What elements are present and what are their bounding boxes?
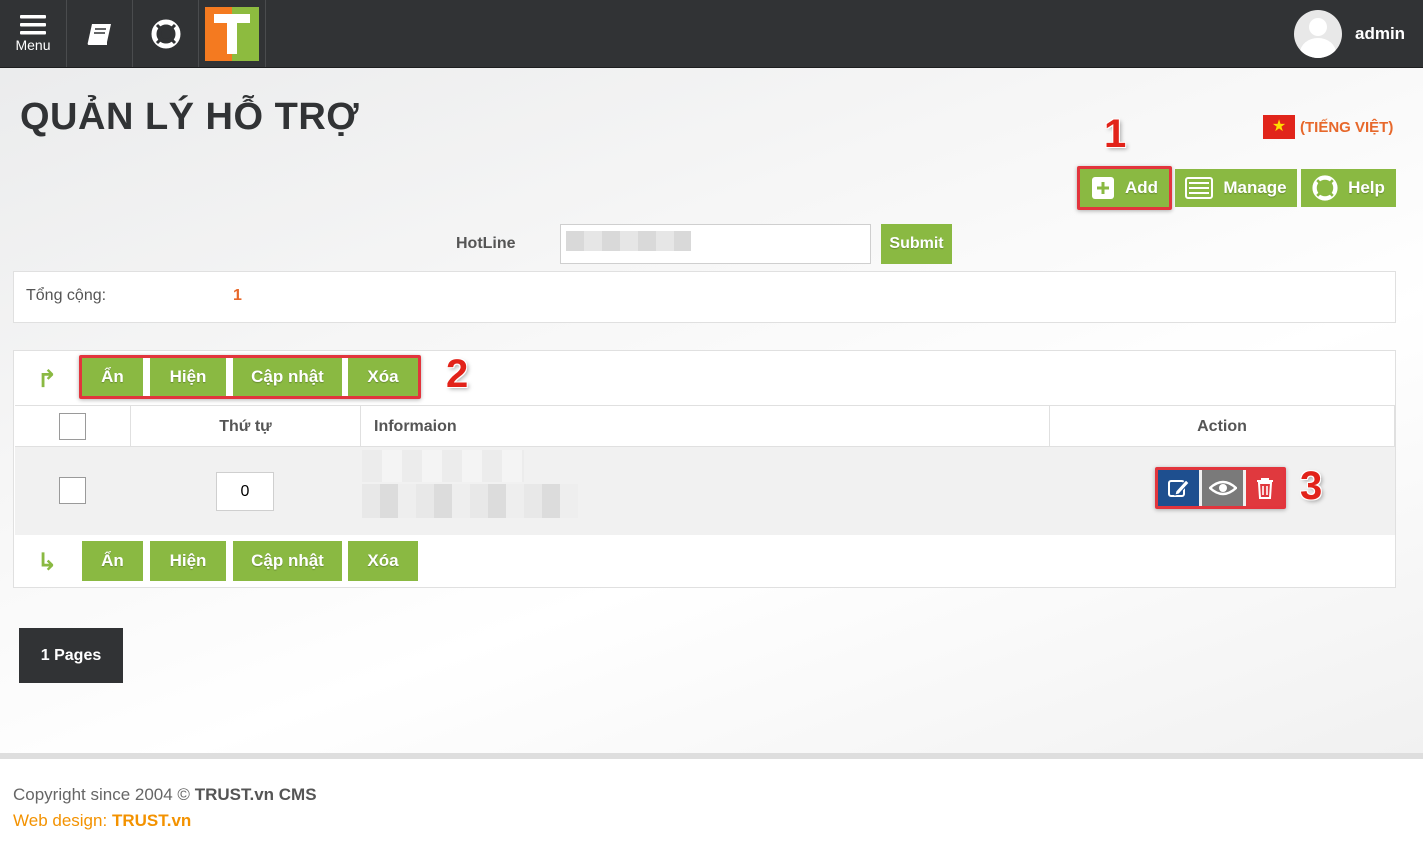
total-value: 1 [233,287,242,304]
copyright-prefix: Copyright since 2004 © [13,785,190,804]
header-action: Action [1049,406,1395,447]
select-all-checkbox[interactable] [59,413,86,440]
header-information[interactable]: Informaion [360,406,1049,447]
show-label: Hiện [169,551,207,570]
list-icon [1185,177,1214,199]
show-button-bottom[interactable]: Hiện [150,541,226,581]
hotline-label: HotLine [456,235,516,252]
vietnam-flag: ★ [1263,115,1295,139]
home-logo-button[interactable] [199,0,266,67]
menu-icon [20,14,46,34]
header-information-label: Informaion [374,417,457,435]
lifebuoy-icon [151,19,180,48]
help-lifebuoy-icon [1312,175,1338,201]
corner-arrow-down-icon: ↳ [37,549,58,576]
menu-label: Menu [15,36,51,53]
delete-label: Xóa [367,551,399,570]
highlight-row-actions [1155,467,1286,509]
top-bar: Menu admin [0,0,1423,68]
help-label: Help [1348,178,1385,197]
redacted-info-line-1 [362,450,524,482]
manage-button[interactable]: Manage [1175,169,1297,207]
docs-button[interactable] [67,0,133,67]
order-input[interactable] [216,472,274,511]
update-label: Cập nhật [251,551,324,570]
language-selector[interactable]: ★ (TIẾNG VIỆT) [1263,115,1393,139]
annotation-2: 2 [446,352,469,396]
update-button-bottom[interactable]: Cập nhật [233,541,342,581]
header-action-label: Action [1197,417,1247,435]
row-checkbox[interactable] [59,477,86,504]
redacted-hotline [566,231,691,251]
submit-label: Submit [889,235,944,252]
webdesign-text: Web design: TRUST.vn [13,811,191,831]
delete-button-bottom[interactable]: Xóa [348,541,418,581]
redacted-info-line-2 [362,484,578,518]
webdesign-prefix: Web design: [13,811,108,830]
hide-button-bottom[interactable]: Ẩn [82,541,143,581]
copyright-text: Copyright since 2004 © TRUST.vn CMS [13,785,317,805]
header-order[interactable]: Thứ tự [130,406,360,447]
hide-label: Ẩn [101,551,124,570]
trust-logo [205,6,259,61]
highlight-add [1077,166,1172,210]
language-label: (TIẾNG VIỆT) [1300,118,1394,136]
page-title: QUẢN LÝ HỖ TRỢ [20,96,360,138]
total-label: Tổng cộng: [26,287,107,304]
webdesign-link[interactable]: TRUST.vn [112,811,191,830]
header-order-label: Thứ tự [219,417,272,435]
table-header: Thứ tự Informaion Action [15,405,1395,447]
summary-panel [13,271,1396,323]
help-button[interactable]: Help [1301,169,1396,207]
manage-label: Manage [1223,178,1287,197]
submit-button[interactable]: Submit [881,224,952,264]
user-name[interactable]: admin [1355,24,1405,44]
corner-arrow-icon: ↱ [37,366,58,393]
book-icon [87,23,111,45]
highlight-bulk-actions [79,355,421,399]
menu-button[interactable]: Menu [0,0,67,67]
copyright-brand: TRUST.vn CMS [194,785,317,804]
user-avatar-icon[interactable] [1294,10,1342,58]
support-button[interactable] [133,0,199,67]
annotation-1: 1 [1104,112,1127,156]
pagination-label[interactable]: 1 Pages [19,628,123,683]
annotation-3: 3 [1300,464,1323,508]
